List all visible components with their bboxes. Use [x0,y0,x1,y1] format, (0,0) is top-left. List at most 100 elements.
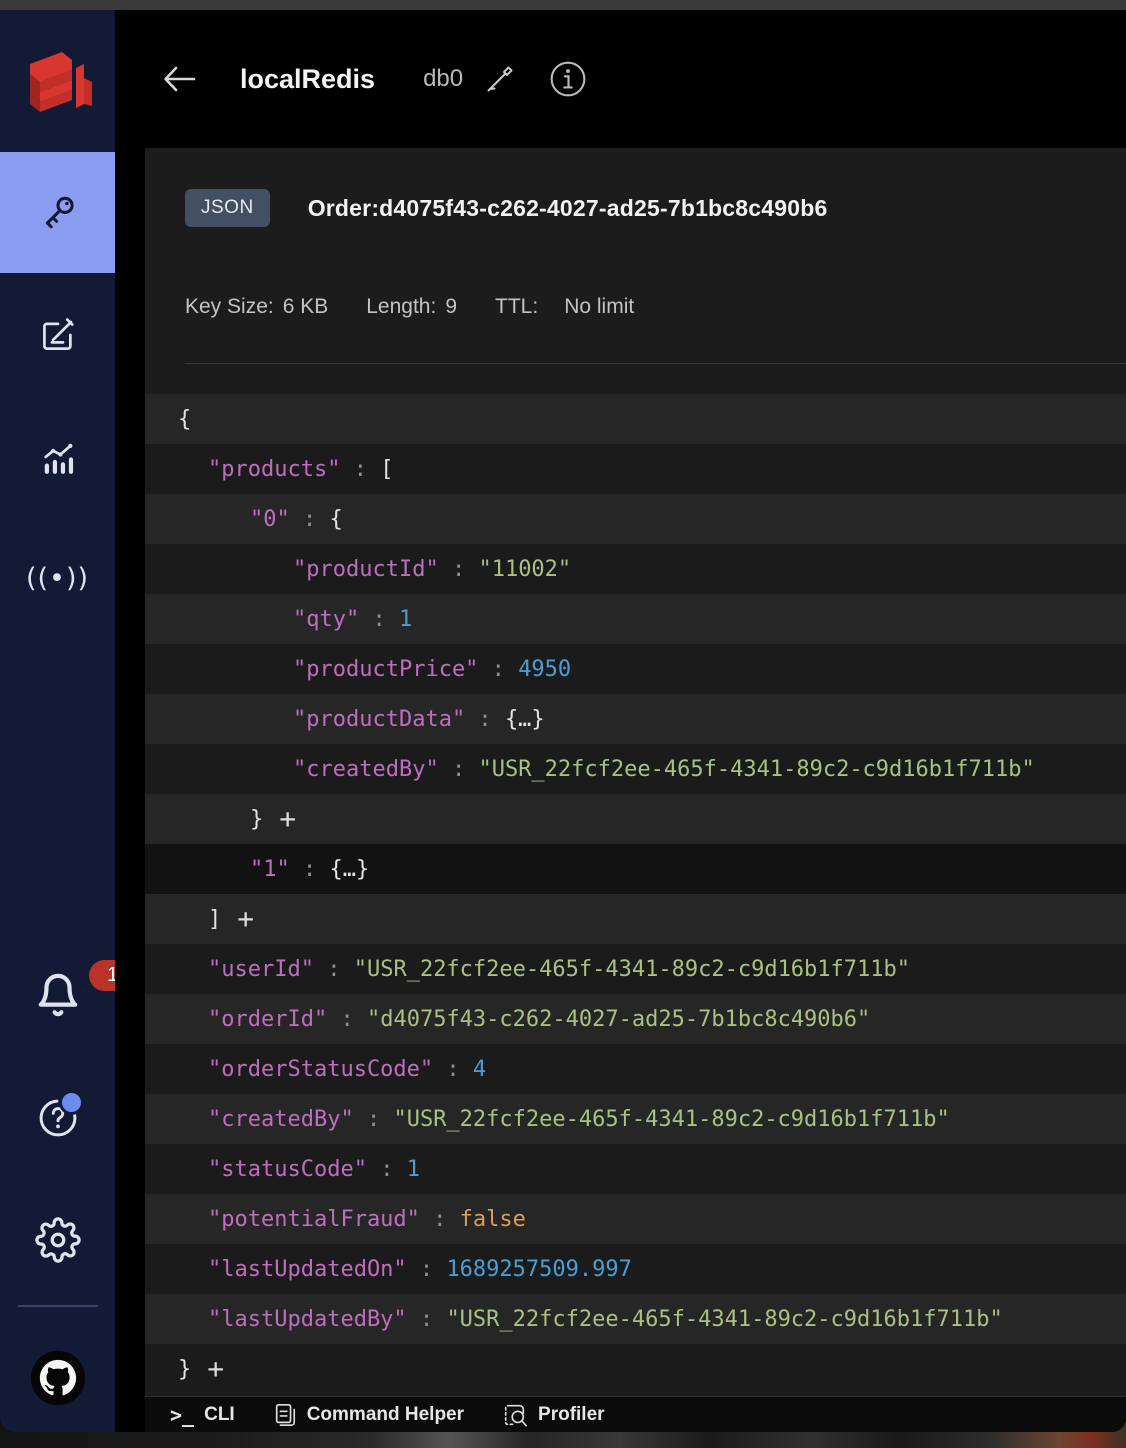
json-row[interactable]: "productData" : {…} [145,694,1126,744]
json-key[interactable]: "potentialFraud" [208,1207,420,1232]
redisinsight-window: ((•)) 1 localRedis db0 JSON Order:d4075f… [0,10,1126,1432]
json-key[interactable]: "createdBy" [293,757,439,782]
json-row[interactable]: "lastUpdatedOn" : 1689257509.997 [145,1244,1126,1294]
json-colon: : [289,506,330,532]
json-string[interactable]: "USR_22fcf2ee-465f-4341-89c2-c9d16b1f711… [393,1107,949,1132]
json-number[interactable]: 1 [407,1157,420,1182]
json-key[interactable]: "orderId" [208,1007,327,1032]
json-colon: : [438,556,479,582]
json-row[interactable]: "statusCode" : 1 [145,1144,1126,1194]
json-row[interactable]: "products" : [ [145,444,1126,494]
key-detail-panel: JSON Order:d4075f43-c262-4027-ad25-7b1bc… [145,148,1126,1397]
json-key[interactable]: "lastUpdatedOn" [208,1257,407,1282]
add-item-button[interactable]: + [279,805,296,833]
json-row[interactable]: "userId" : "USR_22fcf2ee-465f-4341-89c2-… [145,944,1126,994]
os-menu-strip [0,0,1126,10]
json-row[interactable]: "lastUpdatedBy" : "USR_22fcf2ee-465f-434… [145,1294,1126,1344]
cli-label: CLI [204,1403,235,1425]
github-icon [30,1350,85,1406]
json-key[interactable]: "productData" [293,707,465,732]
json-key[interactable]: "productId" [293,557,439,582]
sidebar-item-workbench[interactable] [0,310,115,360]
json-string[interactable]: "USR_22fcf2ee-465f-4341-89c2-c9d16b1f711… [446,1307,1002,1332]
json-row[interactable]: "productPrice" : 4950 [145,644,1126,694]
json-colon: : [353,1106,394,1132]
json-row[interactable]: } + [145,1344,1126,1394]
back-button[interactable] [160,61,198,97]
sidebar-item-notifications[interactable]: 1 [0,960,137,1025]
json-row[interactable]: "createdBy" : "USR_22fcf2ee-465f-4341-89… [145,1094,1126,1144]
json-row[interactable]: "orderStatusCode" : 4 [145,1044,1126,1094]
json-punct: } [178,1356,192,1382]
sidebar-item-analytics[interactable] [0,432,115,482]
json-colon: : [340,456,381,482]
json-row[interactable]: "orderId" : "d4075f43-c262-4027-ad25-7b1… [145,994,1126,1044]
main-area: localRedis db0 JSON Order:d4075f43-c262-… [115,10,1126,1432]
key-icon [45,196,74,228]
json-colon: : [359,606,399,632]
json-row[interactable]: ] + [145,894,1126,944]
key-ttl-value[interactable]: No limit [564,295,634,319]
json-key[interactable]: "userId" [208,957,314,982]
json-row[interactable]: "1" : {…} [145,844,1126,894]
expand-toggle[interactable]: {…} [505,707,545,732]
json-row[interactable]: "productId" : "11002" [145,544,1126,594]
sidebar-item-github[interactable] [0,1348,115,1408]
cli-button[interactable]: >_ CLI [170,1403,235,1427]
json-key[interactable]: "qty" [293,607,359,632]
json-punct: { [178,406,192,432]
json-key[interactable]: "0" [250,507,290,532]
expand-toggle[interactable]: {…} [330,857,370,882]
bell-icon [38,973,77,1017]
profiler-label: Profiler [538,1403,605,1425]
add-item-button[interactable]: + [207,1355,224,1383]
help-notification-dot [58,1090,84,1115]
json-number[interactable]: 1 [399,607,412,632]
pubsub-icon: ((•)) [25,562,90,594]
screen: ((•)) 1 localRedis db0 JSON Order:d4075f… [0,0,1126,1448]
json-row[interactable]: "potentialFraud" : false [145,1194,1126,1244]
json-row[interactable]: } + [145,794,1126,844]
json-key[interactable]: "productPrice" [293,657,478,682]
sidebar-item-settings[interactable] [0,1210,115,1270]
json-key[interactable]: "products" [208,457,340,482]
profiler-button[interactable]: Profiler [502,1402,605,1428]
sidebar-item-help[interactable] [0,1088,115,1148]
json-row[interactable]: "qty" : 1 [145,594,1126,644]
json-key[interactable]: "lastUpdatedBy" [208,1307,407,1332]
json-string[interactable]: "11002" [478,557,571,582]
key-name[interactable]: Order:d4075f43-c262-4027-ad25-7b1bc8c490… [308,195,828,222]
json-key[interactable]: "orderStatusCode" [208,1057,433,1082]
json-number[interactable]: 4950 [518,657,571,682]
json-bool[interactable]: false [460,1207,526,1232]
json-colon: : [366,1156,407,1182]
json-row[interactable]: { [145,394,1126,444]
json-key[interactable]: "1" [250,857,290,882]
info-icon [550,61,586,97]
json-string[interactable]: "USR_22fcf2ee-465f-4341-89c2-c9d16b1f711… [478,757,1034,782]
key-ttl-label: TTL: [495,295,539,318]
key-length-label: Length: [366,295,437,318]
db-name: localRedis [240,63,376,94]
sidebar-item-browser[interactable] [0,152,115,273]
edit-db-alias-button[interactable] [485,64,515,94]
command-helper-button[interactable]: Command Helper [273,1402,464,1428]
json-row[interactable]: "0" : { [145,494,1126,544]
json-rows: {"products" : ["0" : {"productId" : "110… [145,394,1126,1394]
json-key[interactable]: "statusCode" [208,1157,367,1182]
db-index: db0 [423,65,464,92]
json-number[interactable]: 1689257509.997 [446,1257,631,1282]
add-item-button[interactable]: + [237,905,254,933]
json-row[interactable]: "createdBy" : "USR_22fcf2ee-465f-4341-89… [145,744,1126,794]
json-key[interactable]: "createdBy" [208,1107,354,1132]
redis-logo [0,38,115,134]
json-punct: { [329,506,343,532]
db-info-button[interactable] [549,60,587,98]
json-colon: : [433,1056,473,1082]
profiler-icon [504,1404,527,1427]
json-colon: : [406,1306,447,1332]
json-number[interactable]: 4 [473,1057,486,1082]
json-string[interactable]: "USR_22fcf2ee-465f-4341-89c2-c9d16b1f711… [354,957,910,982]
json-string[interactable]: "d4075f43-c262-4027-ad25-7b1bc8c490b6" [367,1007,870,1032]
sidebar-item-pubsub[interactable]: ((•)) [0,553,115,603]
